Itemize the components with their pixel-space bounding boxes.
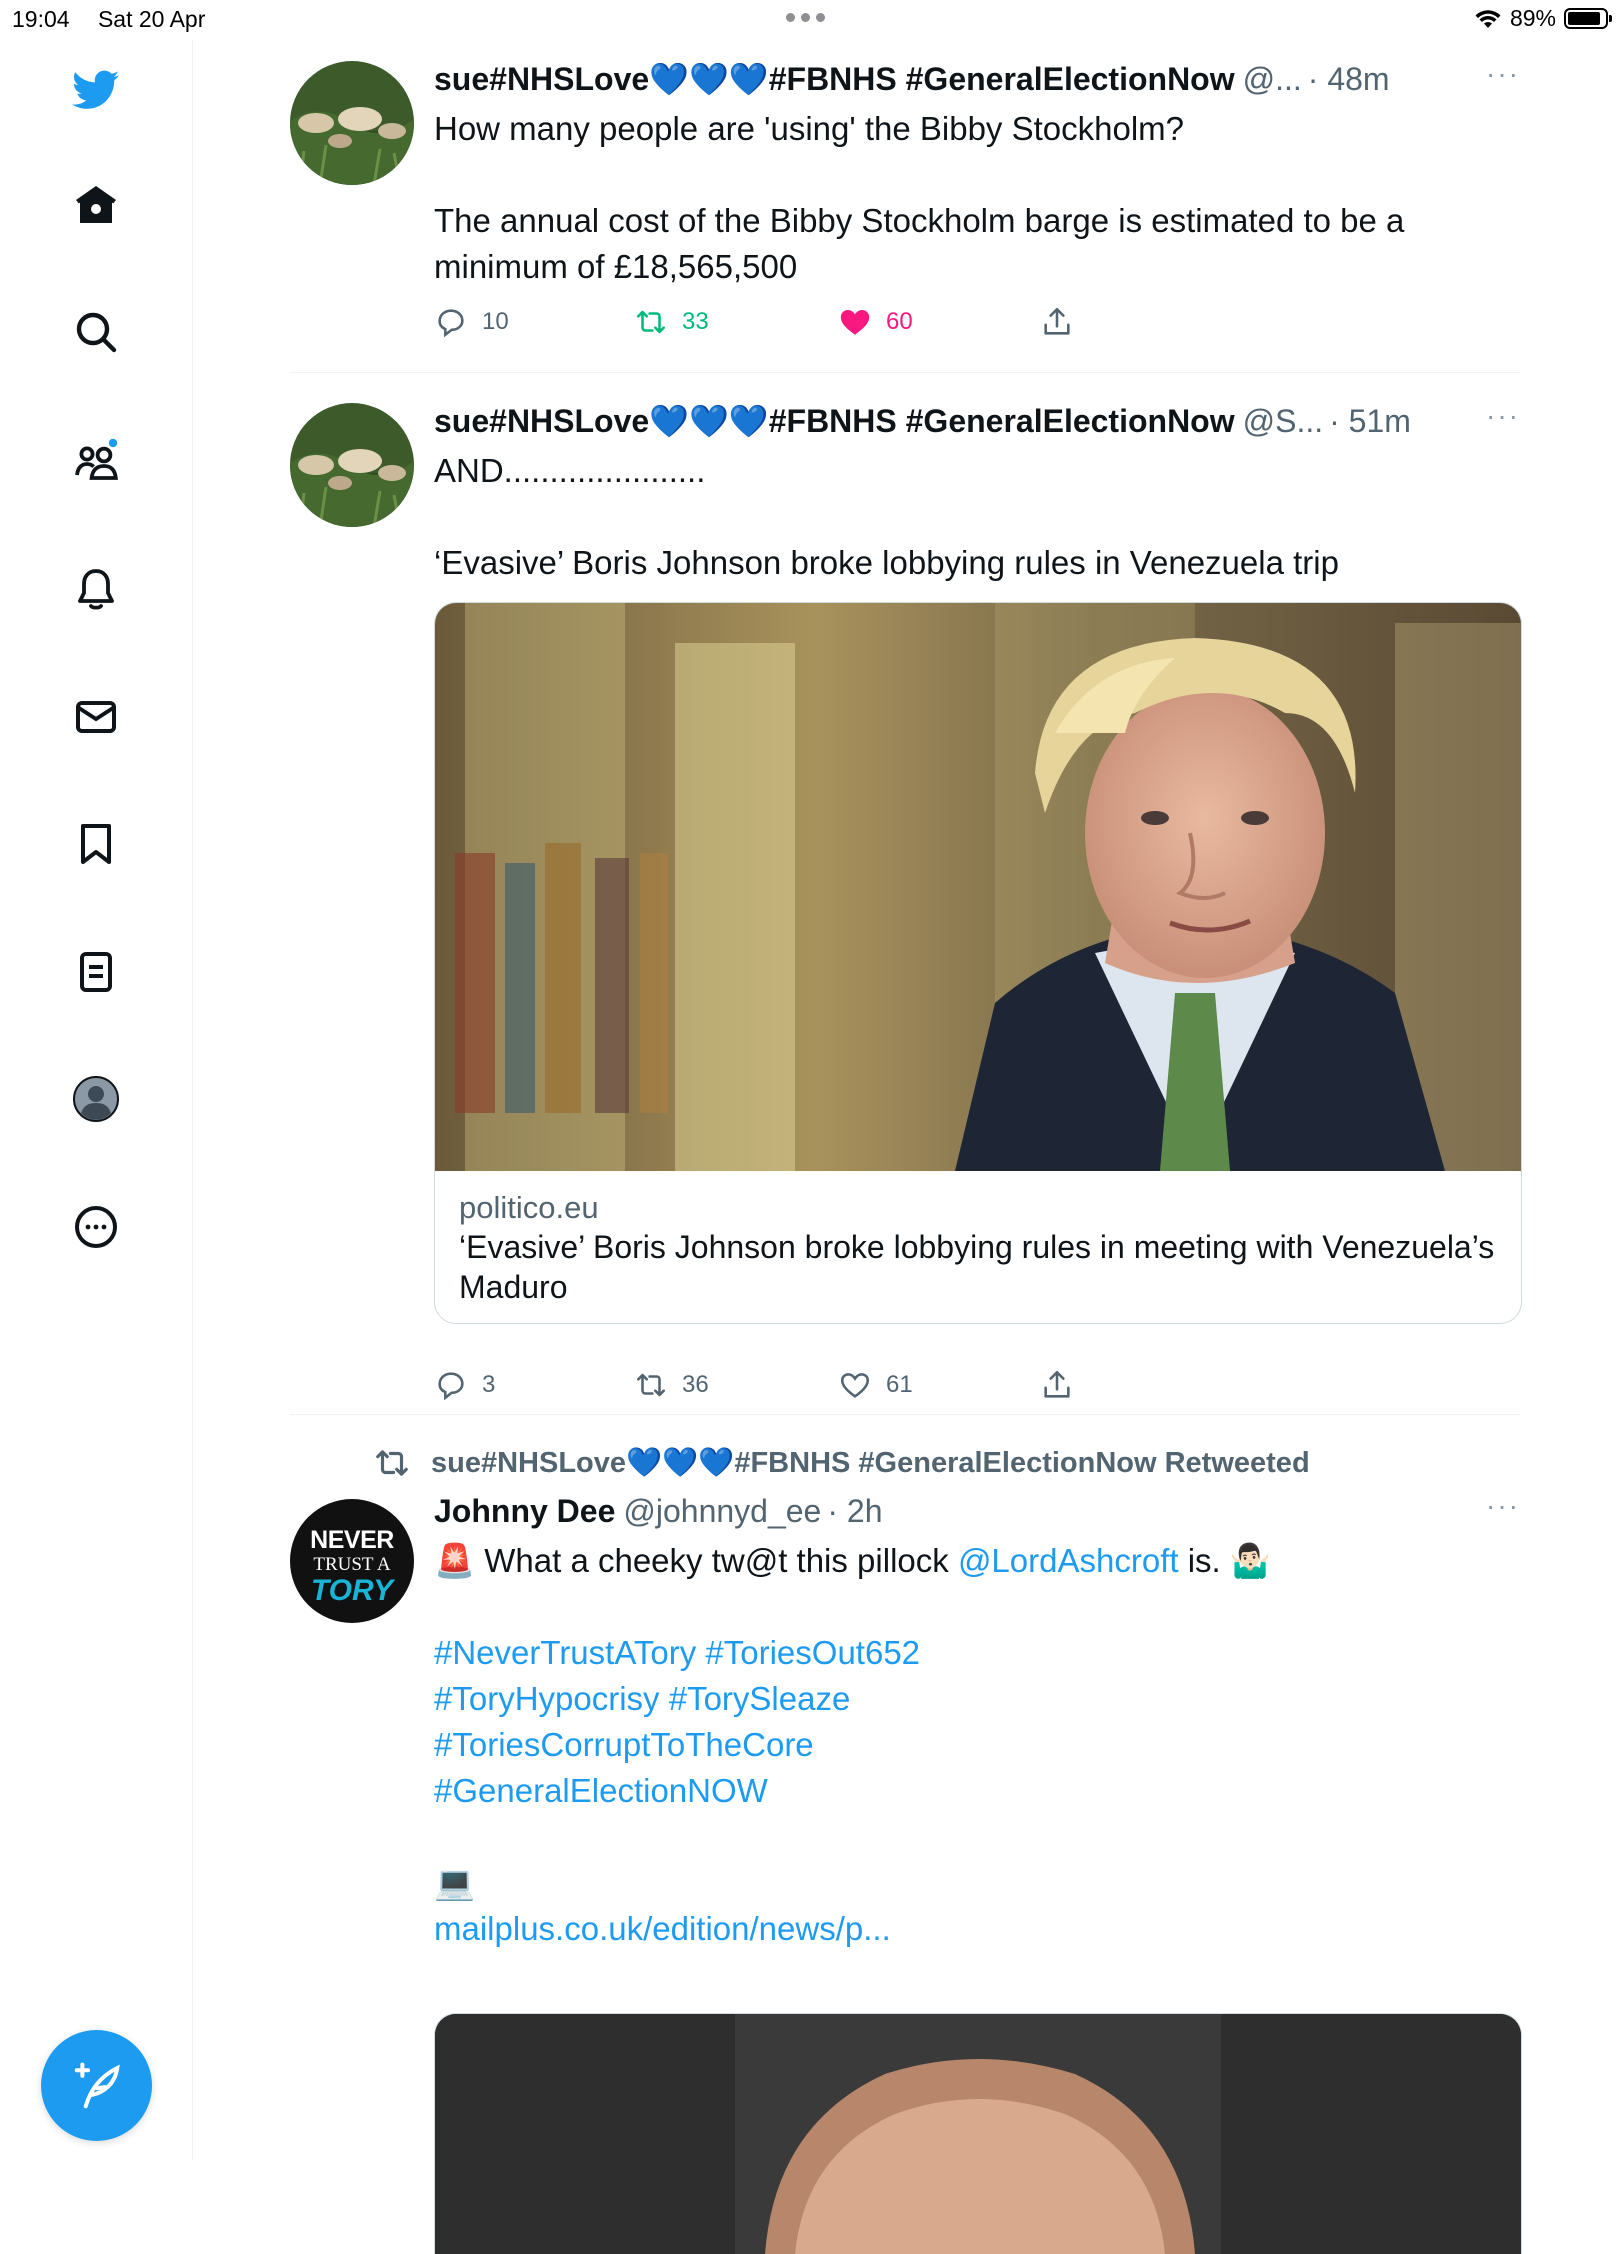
like-count: 60 xyxy=(886,308,913,335)
retweet-count: 33 xyxy=(682,308,709,335)
avatar[interactable]: NEVER TRUST A TORY xyxy=(290,1499,414,1623)
link-card-image xyxy=(435,603,1521,1171)
reply-count: 10 xyxy=(482,308,509,335)
compose-tweet-button[interactable] xyxy=(41,2030,152,2141)
avatar[interactable] xyxy=(290,403,414,527)
share-icon xyxy=(1044,1370,1070,1398)
display-name[interactable]: Johnny Dee xyxy=(434,1490,615,1532)
link-card-title: ‘Evasive’ Boris Johnson broke lobbying r… xyxy=(459,1229,1495,1305)
lists-icon[interactable] xyxy=(68,944,124,1000)
bookmark-icon[interactable] xyxy=(68,816,124,872)
mention-link[interactable]: @LordAshcroft xyxy=(958,1542,1179,1579)
share-button[interactable] xyxy=(1040,1368,1074,1402)
reply-button[interactable]: 3 xyxy=(434,1368,634,1402)
tweet-media[interactable] xyxy=(434,2013,1522,2254)
tweet-text: AND...................... ‘Evasive’ Bori… xyxy=(434,452,1339,581)
heart-filled-icon xyxy=(840,309,870,335)
avatar-text-line1: NEVER xyxy=(310,1526,394,1554)
retweet-icon xyxy=(636,1373,666,1397)
tweet-text: 🚨 What a cheeky tw@t this pillock @LordA… xyxy=(434,1542,1271,1579)
more-options-icon[interactable]: ··· xyxy=(1486,400,1520,432)
compose-feather-icon xyxy=(74,2062,120,2108)
share-icon xyxy=(1044,307,1070,335)
tweet-time[interactable]: · 2h xyxy=(827,1490,882,1532)
messages-envelope-icon[interactable] xyxy=(68,689,124,745)
link-card[interactable]: politico.eu ‘Evasive’ Boris Johnson brok… xyxy=(434,602,1522,1324)
retweet-count: 36 xyxy=(682,1371,709,1398)
display-name[interactable]: sue#NHSLove💙💙💙#FBNHS #GeneralElectionNow xyxy=(434,400,1235,442)
retweet-button[interactable]: 33 xyxy=(634,305,838,339)
retweet-icon xyxy=(376,1450,408,1476)
status-date: Sat 20 Apr xyxy=(97,6,206,32)
tweet-time[interactable]: · 48m xyxy=(1308,58,1390,100)
notifications-bell-icon[interactable] xyxy=(68,561,124,617)
article-link[interactable]: mailplus.co.uk/edition/news/p... xyxy=(434,1906,1520,1952)
tweet-actions: 3 36 61 xyxy=(434,1365,1074,1405)
status-bar: 19:04 Sat 20 Apr 89% xyxy=(0,0,1620,40)
user-handle[interactable]: @johnnyd_ee xyxy=(623,1490,821,1532)
heart-icon xyxy=(840,1373,870,1398)
reply-icon xyxy=(438,309,464,338)
battery-icon xyxy=(1564,8,1612,29)
status-time: 19:04 xyxy=(12,6,70,32)
home-icon[interactable] xyxy=(68,177,124,233)
search-icon[interactable] xyxy=(68,304,124,360)
like-count: 61 xyxy=(886,1371,913,1398)
battery-percent: 89% xyxy=(1509,5,1556,31)
reply-icon xyxy=(438,1372,464,1401)
tweet-divider xyxy=(290,1414,1520,1415)
more-options-icon[interactable]: ··· xyxy=(1486,58,1520,90)
laptop-emoji: 💻 xyxy=(434,1864,476,1901)
tweet-text: How many people are 'using' the Bibby St… xyxy=(434,110,1405,285)
more-circle-icon[interactable] xyxy=(68,1199,124,1255)
reply-button[interactable]: 10 xyxy=(434,305,634,339)
user-handle[interactable]: @S... xyxy=(1243,400,1324,442)
profile-avatar-icon[interactable] xyxy=(68,1071,124,1127)
twitter-bird-icon[interactable] xyxy=(68,62,124,118)
like-button[interactable]: 60 xyxy=(838,305,1040,339)
more-options-icon[interactable]: ··· xyxy=(1486,1490,1520,1522)
like-button[interactable]: 61 xyxy=(838,1368,1040,1402)
avatar-text-line2: TRUST A xyxy=(313,1554,391,1575)
communities-icon[interactable] xyxy=(68,432,124,488)
tweet-time[interactable]: · 51m xyxy=(1329,400,1411,442)
sidebar-nav xyxy=(0,40,193,2160)
retweeted-by-label[interactable]: sue#NHSLove💙💙💙#FBNHS #GeneralElectionNow… xyxy=(373,1444,1310,1482)
user-handle[interactable]: @... xyxy=(1243,58,1302,100)
avatar-text-line3: TORY xyxy=(310,1574,394,1607)
avatar[interactable] xyxy=(290,61,414,185)
tweet-divider xyxy=(290,372,1520,373)
link-card-domain: politico.eu xyxy=(459,1190,599,1225)
share-button[interactable] xyxy=(1040,305,1074,339)
display-name[interactable]: sue#NHSLove💙💙💙#FBNHS #GeneralElectionNow xyxy=(434,58,1235,100)
retweet-button[interactable]: 36 xyxy=(634,1368,838,1402)
multitasking-dots[interactable] xyxy=(786,13,825,22)
hashtags[interactable]: #NeverTrustATory #ToriesOut652 #ToryHypo… xyxy=(434,1630,1520,1814)
retweet-icon xyxy=(636,310,666,334)
wifi-icon xyxy=(1475,9,1501,28)
reply-count: 3 xyxy=(482,1371,496,1398)
